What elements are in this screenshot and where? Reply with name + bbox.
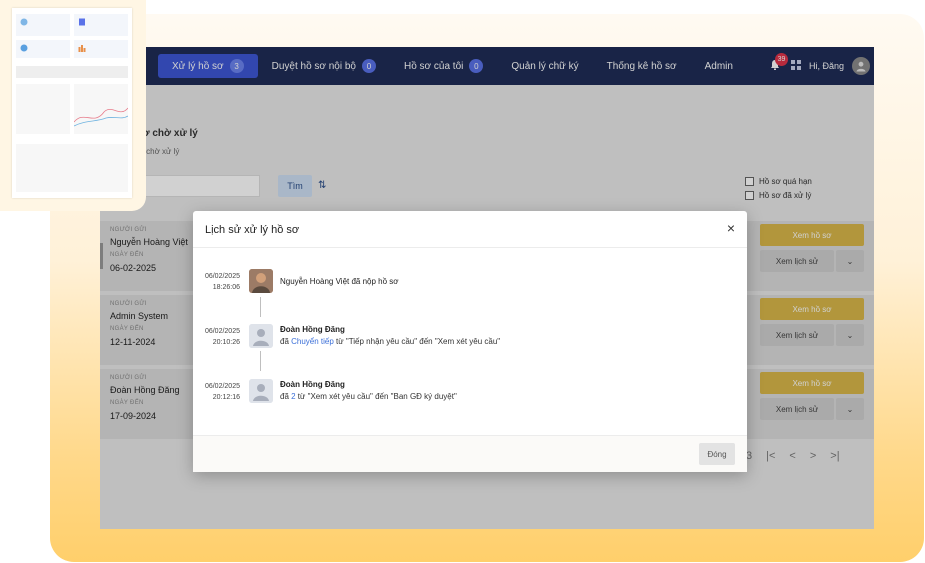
entry-action: đã Chuyển tiếp từ "Tiếp nhận yêu cầu" đế… (280, 337, 500, 346)
thumbnail-block (16, 84, 70, 134)
history-entry: 06/02/2025 20:12:16 Đoàn Hồng Đăng đã 2 … (193, 378, 747, 408)
thumbnail-block (16, 66, 128, 78)
thumbnail-stat-icon (20, 18, 28, 26)
history-entry: 06/02/2025 18:26:06 Nguyễn Hoàng Việt đã… (193, 268, 747, 298)
thumbnail-stat-icon (20, 44, 28, 52)
close-icon[interactable]: × (727, 220, 735, 236)
thumbnail-stat-icon (79, 18, 85, 26)
modal-header: Lịch sử xử lý hồ sơ × (193, 211, 747, 248)
thumbnail-block (16, 144, 128, 192)
history-modal: Lịch sử xử lý hồ sơ × 06/02/2025 18:26:0… (193, 211, 747, 472)
entry-action: đã 2 từ "Xem xét yêu cầu" đến "Ban GĐ ký… (280, 392, 457, 401)
entry-date: 06/02/2025 (204, 273, 240, 280)
avatar (249, 324, 273, 348)
entry-user: Đoàn Hồng Đăng (280, 380, 345, 389)
screenshot-stage: ơ Xử lý hồ sơ 3 Duyệt hồ sơ nội bộ 0 Hồ … (0, 0, 925, 563)
thumbnail-chart-icon (74, 107, 128, 127)
entry-date: 06/02/2025 (204, 328, 240, 335)
avatar (249, 269, 273, 293)
timeline-connector (260, 297, 261, 317)
thumbnail-stat-icon (78, 45, 86, 52)
entry-title: Nguyễn Hoàng Việt đã nộp hồ sơ (280, 277, 399, 286)
modal-title: Lịch sử xử lý hồ sơ (205, 224, 300, 236)
dashboard-thumbnail (0, 0, 146, 211)
entry-user: Đoàn Hồng Đăng (280, 325, 345, 334)
entry-suffix: từ "Xem xét yêu cầu" đến "Ban GĐ ký duyệ… (295, 392, 457, 401)
close-button[interactable]: Đóng (699, 443, 735, 465)
modal-footer: Đóng (193, 435, 747, 472)
entry-time: 20:10:26 (212, 339, 240, 346)
entry-action-link[interactable]: Chuyển tiếp (291, 337, 334, 346)
entry-date: 06/02/2025 (204, 383, 240, 390)
entry-prefix: đã (280, 337, 292, 346)
avatar (249, 379, 273, 403)
timeline-connector (260, 351, 261, 371)
entry-time: 18:26:06 (212, 284, 240, 291)
thumbnail-frame (12, 8, 132, 198)
entry-time: 20:12:16 (212, 394, 240, 401)
history-entry: 06/02/2025 20:10:26 Đoàn Hồng Đăng đã Ch… (193, 323, 747, 353)
entry-suffix: từ "Tiếp nhận yêu cầu" đến "Xem xét yêu … (333, 337, 501, 346)
entry-prefix: đã (280, 392, 292, 401)
